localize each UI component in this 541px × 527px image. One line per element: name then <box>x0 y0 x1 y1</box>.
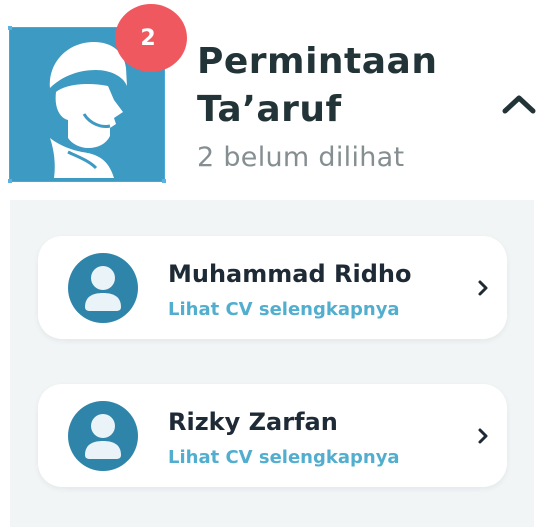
page-title-line1: Permintaan <box>197 41 438 82</box>
page: 2 Permintaan Ta’aruf 2 belum dilihat Muh… <box>0 0 541 527</box>
user-avatar-icon <box>68 401 138 471</box>
user-avatar-icon <box>68 253 138 323</box>
requester-name: Muhammad Ridho <box>168 260 412 288</box>
unread-count-badge: 2 <box>115 4 187 72</box>
chevron-right-icon <box>478 280 488 296</box>
request-card[interactable]: Rizky Zarfan Lihat CV selengkapnya <box>38 384 507 487</box>
view-cv-link[interactable]: Lihat CV selengkapnya <box>168 299 400 320</box>
page-title: Permintaan Ta’aruf <box>197 38 477 134</box>
request-list: Muhammad Ridho Lihat CV selengkapnya Riz… <box>10 200 534 527</box>
chevron-up-icon <box>502 95 536 114</box>
request-card[interactable]: Muhammad Ridho Lihat CV selengkapnya <box>38 236 507 339</box>
chevron-right-icon <box>478 428 488 444</box>
requester-name: Rizky Zarfan <box>168 408 338 436</box>
request-header: 2 Permintaan Ta’aruf 2 belum dilihat <box>0 0 541 200</box>
unseen-count-text: 2 belum dilihat <box>197 142 405 173</box>
page-title-line2: Ta’aruf <box>197 89 342 130</box>
collapse-button[interactable] <box>498 86 540 122</box>
view-cv-link[interactable]: Lihat CV selengkapnya <box>168 447 400 468</box>
